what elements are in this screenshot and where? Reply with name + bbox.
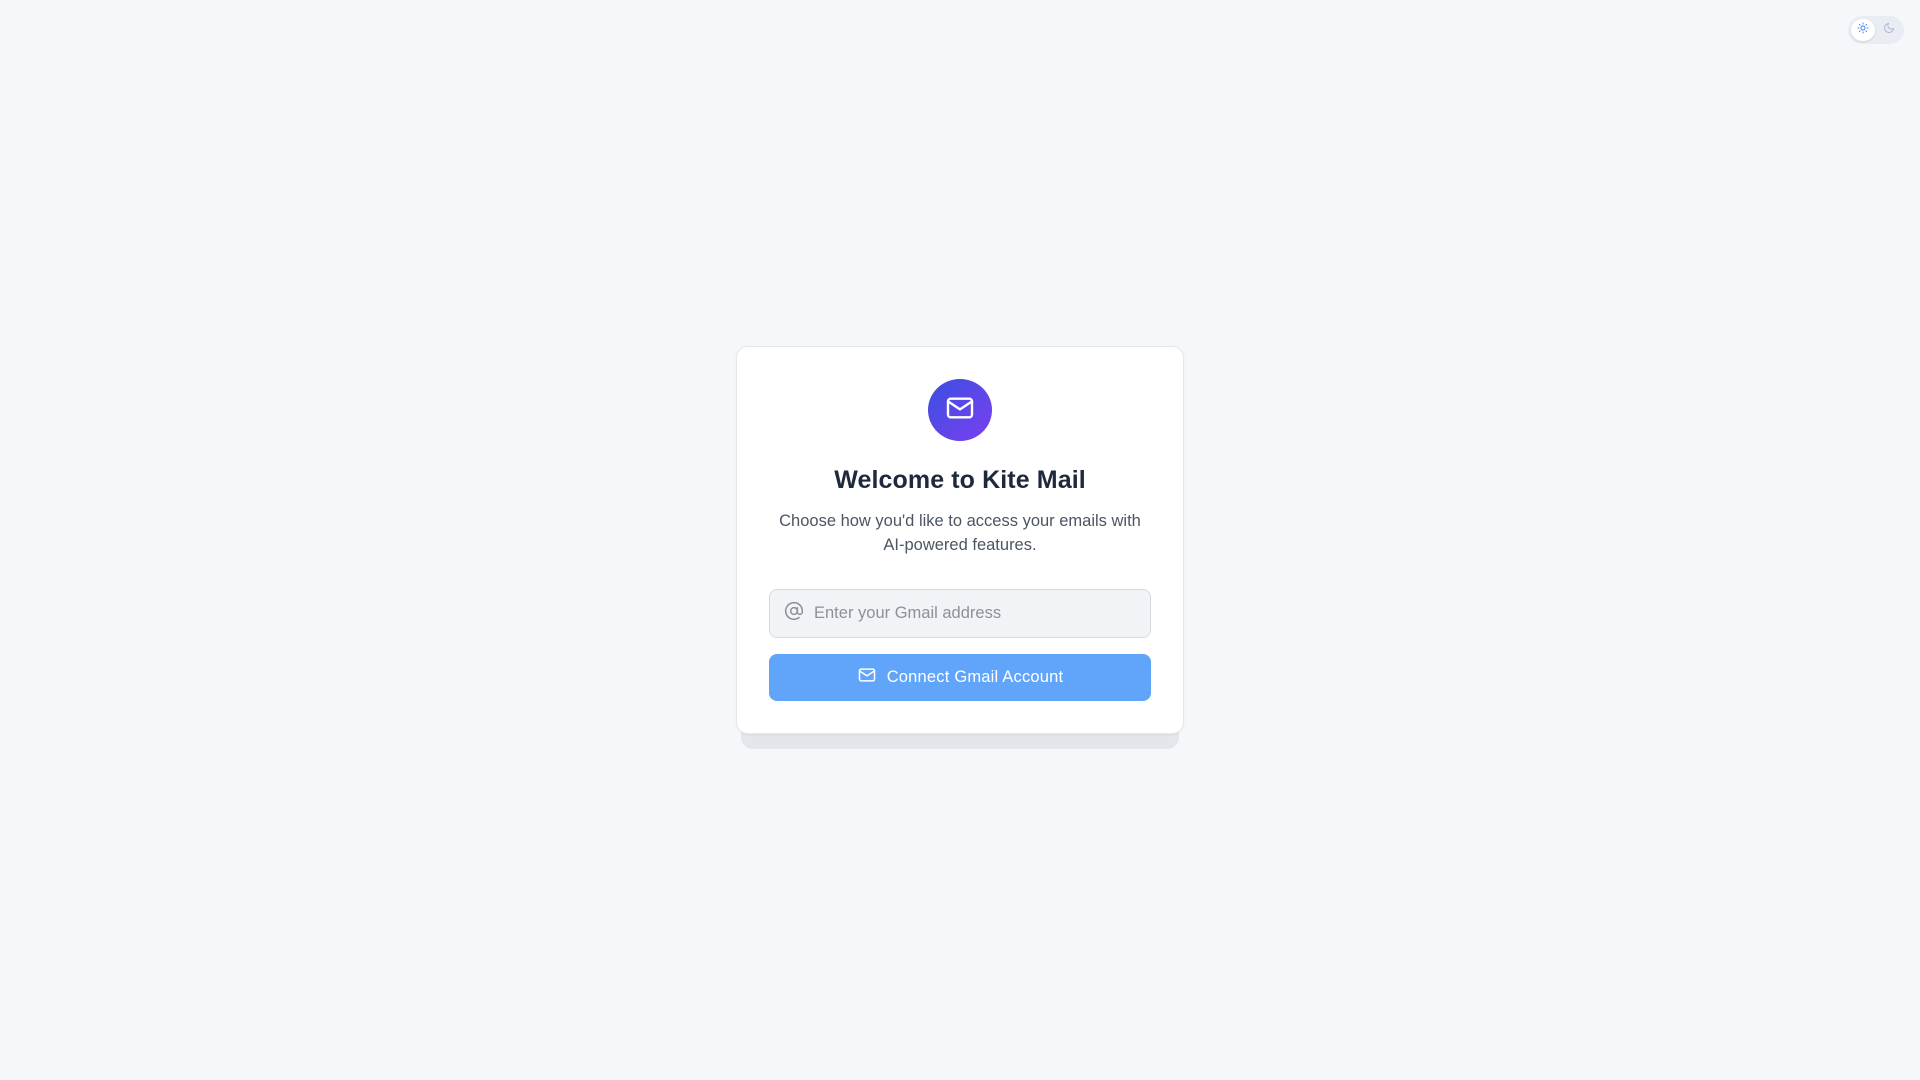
- login-card-stack: Welcome to Kite Mail Choose how you'd li…: [736, 346, 1184, 749]
- sun-icon: [1857, 21, 1869, 39]
- email-input[interactable]: [814, 604, 1134, 624]
- theme-toggle[interactable]: [1848, 16, 1904, 44]
- at-sign-icon: [784, 601, 804, 626]
- moon-icon: [1883, 21, 1895, 39]
- light-mode-option[interactable]: [1851, 19, 1875, 41]
- app-logo: [928, 379, 992, 442]
- email-field[interactable]: [769, 589, 1151, 639]
- page-subtitle: Choose how you'd like to access your ema…: [779, 512, 1141, 555]
- dark-mode-option[interactable]: [1877, 19, 1901, 41]
- connect-gmail-button[interactable]: Connect Gmail Account: [769, 654, 1151, 701]
- page-title: Welcome to Kite Mail: [834, 466, 1086, 495]
- connect-button-label: Connect Gmail Account: [886, 668, 1064, 687]
- login-card: Welcome to Kite Mail Choose how you'd li…: [736, 346, 1184, 734]
- mail-icon: [857, 665, 877, 690]
- mail-icon: [944, 392, 976, 429]
